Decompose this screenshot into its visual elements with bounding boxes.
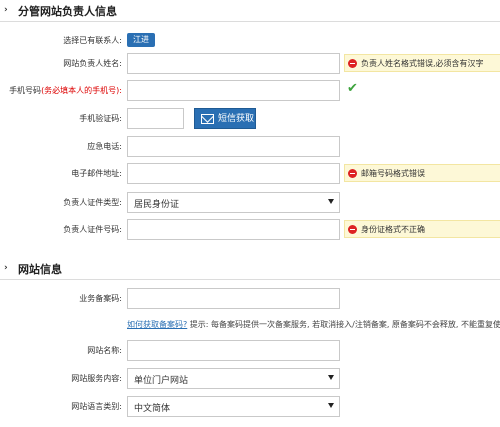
id-type-row: 负责人证件类型: 居民身份证 — [0, 192, 500, 214]
owner-name-error: 负责人姓名格式错误,必须含有汉字 — [344, 54, 500, 72]
check-icon: ✔ — [347, 81, 358, 96]
divider — [0, 21, 500, 22]
owner-name-input[interactable] — [127, 53, 340, 74]
id-number-row: 负责人证件号码: 身份证格式不正确 — [0, 219, 500, 241]
filing-code-label: 业务备案码: — [79, 294, 122, 303]
chevron-right-icon: › — [4, 263, 8, 273]
id-type-label: 负责人证件类型: — [63, 198, 122, 207]
verify-code-label: 手机验证码: — [79, 114, 122, 123]
chevron-right-icon: › — [4, 5, 8, 15]
phone-label-text: 手机号码 — [9, 86, 42, 95]
dropdown-arrow-icon — [328, 199, 334, 204]
site-name-row: 网站名称: — [0, 340, 500, 362]
id-type-select[interactable]: 居民身份证 — [127, 192, 340, 213]
contact-row: 选择已有联系人: 江进 — [0, 30, 500, 52]
contact-label: 选择已有联系人: — [63, 36, 122, 45]
divider — [0, 279, 500, 280]
phone-label-note: (务必填本人的手机号): — [41, 86, 122, 95]
filing-hint-text: 提示: 每备案码提供一次备案服务, 若取消接入/注销备案, 原备案码不会释放, … — [189, 320, 500, 329]
phone-input[interactable] — [127, 80, 340, 101]
service-row: 网站服务内容: 单位门户网站 — [0, 368, 500, 390]
id-number-label: 负责人证件号码: — [63, 225, 122, 234]
id-number-error: 身份证格式不正确 — [344, 220, 500, 238]
owner-name-row: 网站负责人姓名: 负责人姓名格式错误,必须含有汉字 — [0, 53, 500, 75]
phone-label: 手机号码(务必填本人的手机号): — [9, 85, 122, 96]
email-error: 邮箱号码格式错误 — [344, 164, 500, 182]
dropdown-arrow-icon — [328, 403, 334, 408]
language-label: 网站语言类别: — [71, 402, 122, 411]
email-input[interactable] — [127, 163, 340, 184]
section-title: 网站信息 — [18, 263, 62, 276]
filing-code-input[interactable] — [127, 288, 340, 309]
existing-contact-button[interactable]: 江进 — [127, 33, 155, 47]
filing-hint-row: 如何获取备案码? 提示: 每备案码提供一次备案服务, 若取消接入/注销备案, 原… — [0, 319, 500, 331]
error-text: 身份证格式不正确 — [361, 225, 425, 234]
service-value: 单位门户网站 — [134, 376, 189, 386]
error-text: 负责人姓名格式错误,必须含有汉字 — [361, 59, 484, 68]
error-icon — [348, 59, 357, 68]
sms-button-label: 短信获取 — [218, 114, 255, 124]
verify-code-row: 手机验证码: 短信获取 — [0, 108, 500, 130]
sms-send-button[interactable]: 短信获取 — [194, 108, 256, 129]
phone-row: 手机号码(务必填本人的手机号): ✔ — [0, 80, 500, 102]
email-label: 电子邮件地址: — [71, 169, 122, 178]
emergency-phone-row: 应急电话: — [0, 136, 500, 158]
email-row: 电子邮件地址: 邮箱号码格式错误 — [0, 163, 500, 185]
mail-icon — [201, 114, 214, 124]
emergency-phone-input[interactable] — [127, 136, 340, 157]
language-value: 中文简体 — [134, 404, 171, 414]
error-icon — [348, 225, 357, 234]
dropdown-arrow-icon — [328, 375, 334, 380]
service-label: 网站服务内容: — [71, 374, 122, 383]
error-text: 邮箱号码格式错误 — [361, 169, 425, 178]
owner-name-label: 网站负责人姓名: — [63, 59, 122, 68]
language-select[interactable]: 中文简体 — [127, 396, 340, 417]
section-header-site: › 网站信息 — [0, 258, 500, 280]
service-select[interactable]: 单位门户网站 — [127, 368, 340, 389]
filing-hint: 如何获取备案码? 提示: 每备案码提供一次备案服务, 若取消接入/注销备案, 原… — [127, 319, 500, 330]
filing-code-row: 业务备案码: — [0, 288, 500, 310]
site-name-input[interactable] — [127, 340, 340, 361]
section-title: 分管网站负责人信息 — [18, 5, 117, 18]
emergency-phone-label: 应急电话: — [87, 142, 122, 151]
filing-help-link[interactable]: 如何获取备案码? — [127, 320, 187, 329]
id-number-input[interactable] — [127, 219, 340, 240]
site-name-label: 网站名称: — [87, 346, 122, 355]
id-type-value: 居民身份证 — [134, 200, 180, 210]
language-row: 网站语言类别: 中文简体 — [0, 396, 500, 418]
section-header-owner: › 分管网站负责人信息 — [0, 0, 500, 22]
verify-code-input[interactable] — [127, 108, 184, 129]
error-icon — [348, 169, 357, 178]
